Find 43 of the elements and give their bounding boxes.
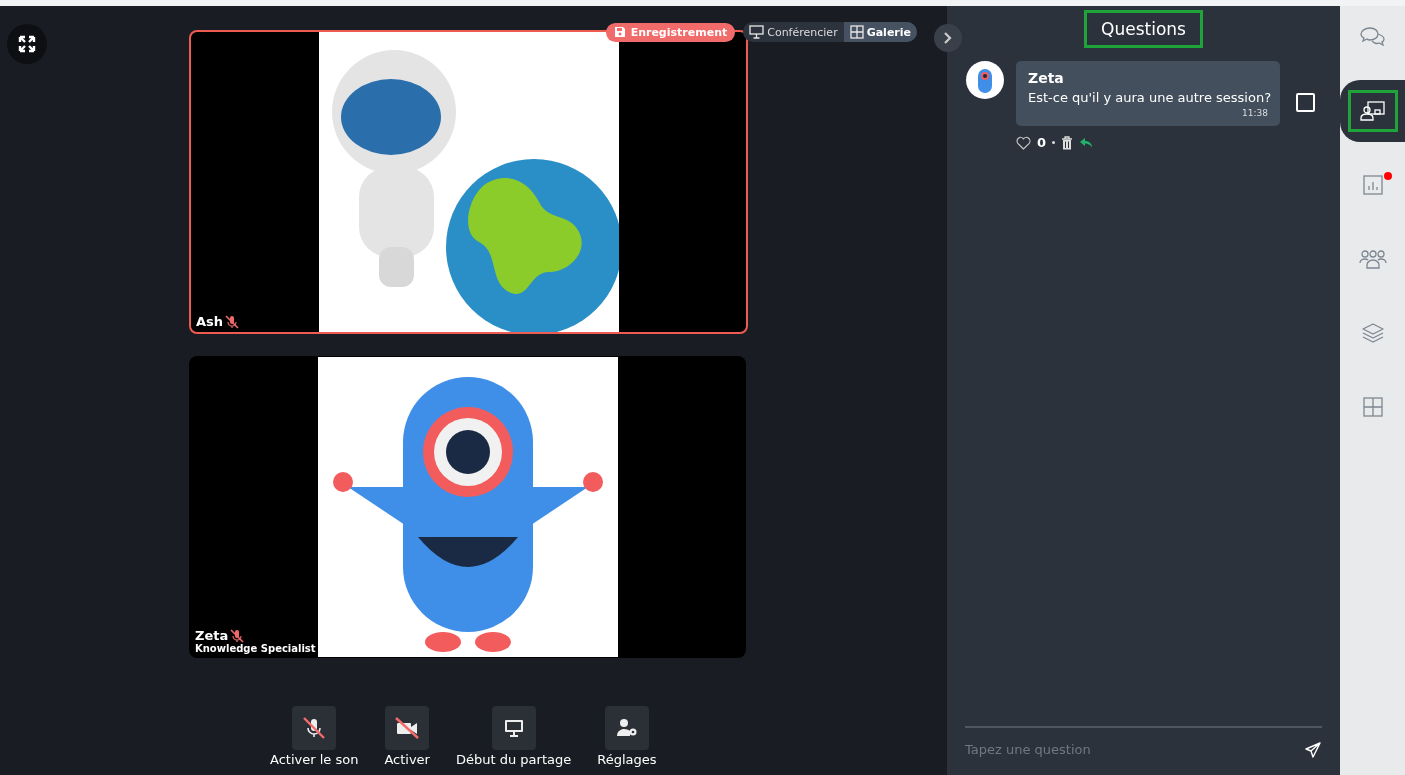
collapse-panel-button[interactable] bbox=[934, 24, 962, 52]
view-mode-tab[interactable]: Conférencier bbox=[743, 22, 844, 42]
question-time: 11:38 bbox=[1242, 108, 1268, 118]
recording-badge: Enregistrement bbox=[605, 22, 736, 42]
participant-name: Ash bbox=[196, 314, 224, 329]
camera-button[interactable] bbox=[385, 706, 430, 750]
avatar-icon bbox=[966, 61, 1004, 99]
screen-button[interactable] bbox=[491, 706, 536, 750]
control-label: Activer bbox=[384, 752, 430, 767]
people-icon bbox=[1358, 249, 1387, 269]
layers-icon bbox=[1361, 323, 1384, 343]
chat-bubbles-icon bbox=[1359, 26, 1386, 48]
trash-icon[interactable] bbox=[1061, 135, 1074, 150]
participant-role: Knowledge Specialist bbox=[195, 643, 316, 654]
grid-icon bbox=[1362, 397, 1383, 417]
bar-chart-icon bbox=[1362, 175, 1383, 195]
user-settings-icon bbox=[614, 717, 639, 739]
presentation-icon bbox=[749, 25, 765, 39]
reply-icon[interactable] bbox=[1079, 136, 1094, 149]
control-label: Réglages bbox=[597, 752, 657, 767]
camera-off-icon bbox=[394, 716, 421, 740]
presenter-icon bbox=[1347, 90, 1398, 132]
muted-mic-icon bbox=[302, 716, 327, 740]
fullscreen-button[interactable] bbox=[7, 24, 47, 64]
save-icon bbox=[613, 26, 626, 38]
participant-name: Zeta bbox=[195, 628, 229, 643]
panel-title: Questions bbox=[1084, 10, 1203, 48]
control-label: Activer le son bbox=[270, 752, 359, 767]
question-input[interactable]: Tapez une question bbox=[965, 738, 1304, 761]
send-icon[interactable] bbox=[1304, 740, 1322, 759]
control-label: Début du partage bbox=[455, 752, 572, 767]
like-count: 0 bbox=[1037, 135, 1047, 150]
sidebar-tab[interactable] bbox=[1340, 80, 1405, 142]
heart-icon[interactable] bbox=[1016, 135, 1031, 150]
mic-button[interactable] bbox=[292, 706, 337, 750]
checkbox[interactable] bbox=[1296, 93, 1315, 112]
expand-icon bbox=[18, 35, 36, 53]
question-author: Zeta bbox=[1028, 70, 1065, 86]
view-mode-tab[interactable]: Galerie bbox=[843, 22, 917, 42]
settings-button[interactable] bbox=[604, 706, 649, 750]
grid-icon bbox=[849, 25, 864, 39]
monitor-icon bbox=[502, 717, 525, 739]
chevron-right-icon bbox=[943, 31, 953, 45]
